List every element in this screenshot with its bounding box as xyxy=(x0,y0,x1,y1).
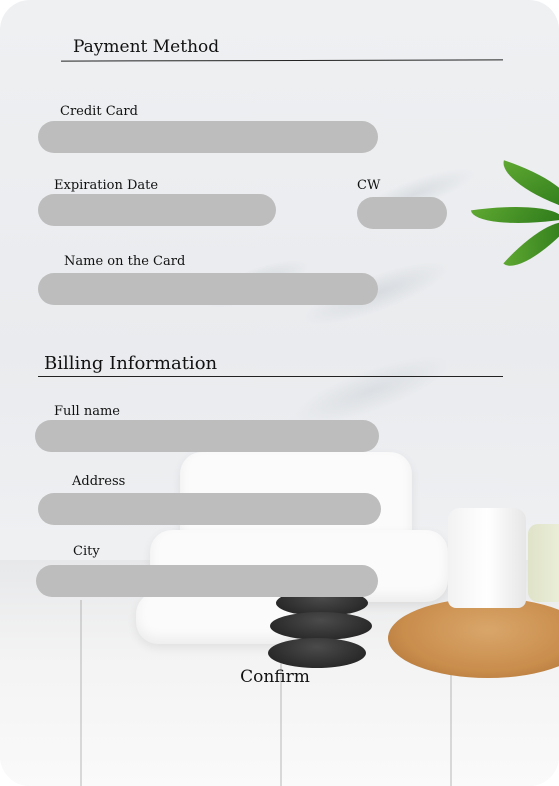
towel-image xyxy=(136,592,296,644)
candle-image xyxy=(528,524,559,602)
name-on-card-input[interactable] xyxy=(38,273,378,305)
city-input[interactable] xyxy=(36,565,378,597)
confirm-button[interactable]: Confirm xyxy=(224,664,326,690)
credit-card-label: Credit Card xyxy=(60,104,138,119)
full-name-input[interactable] xyxy=(35,420,379,452)
cvv-label: CW xyxy=(357,178,381,193)
address-label: Address xyxy=(72,474,126,489)
expiration-date-label: Expiration Date xyxy=(54,178,159,193)
city-label: City xyxy=(73,544,100,559)
payment-form-card: Payment Method Credit Card Expiration Da… xyxy=(0,0,559,786)
name-on-card-label: Name on the Card xyxy=(64,254,186,269)
cvv-input[interactable] xyxy=(357,197,447,229)
full-name-label: Full name xyxy=(54,404,120,419)
expiration-date-input[interactable] xyxy=(38,194,276,226)
billing-information-title: Billing Information xyxy=(44,353,218,374)
floor-plank-line xyxy=(80,600,82,786)
billing-divider xyxy=(38,376,503,377)
payment-divider xyxy=(60,59,504,62)
spa-stone-image xyxy=(270,612,372,640)
candle-image xyxy=(448,508,526,608)
credit-card-input[interactable] xyxy=(38,121,378,153)
address-input[interactable] xyxy=(38,493,381,525)
payment-method-title: Payment Method xyxy=(73,37,220,57)
